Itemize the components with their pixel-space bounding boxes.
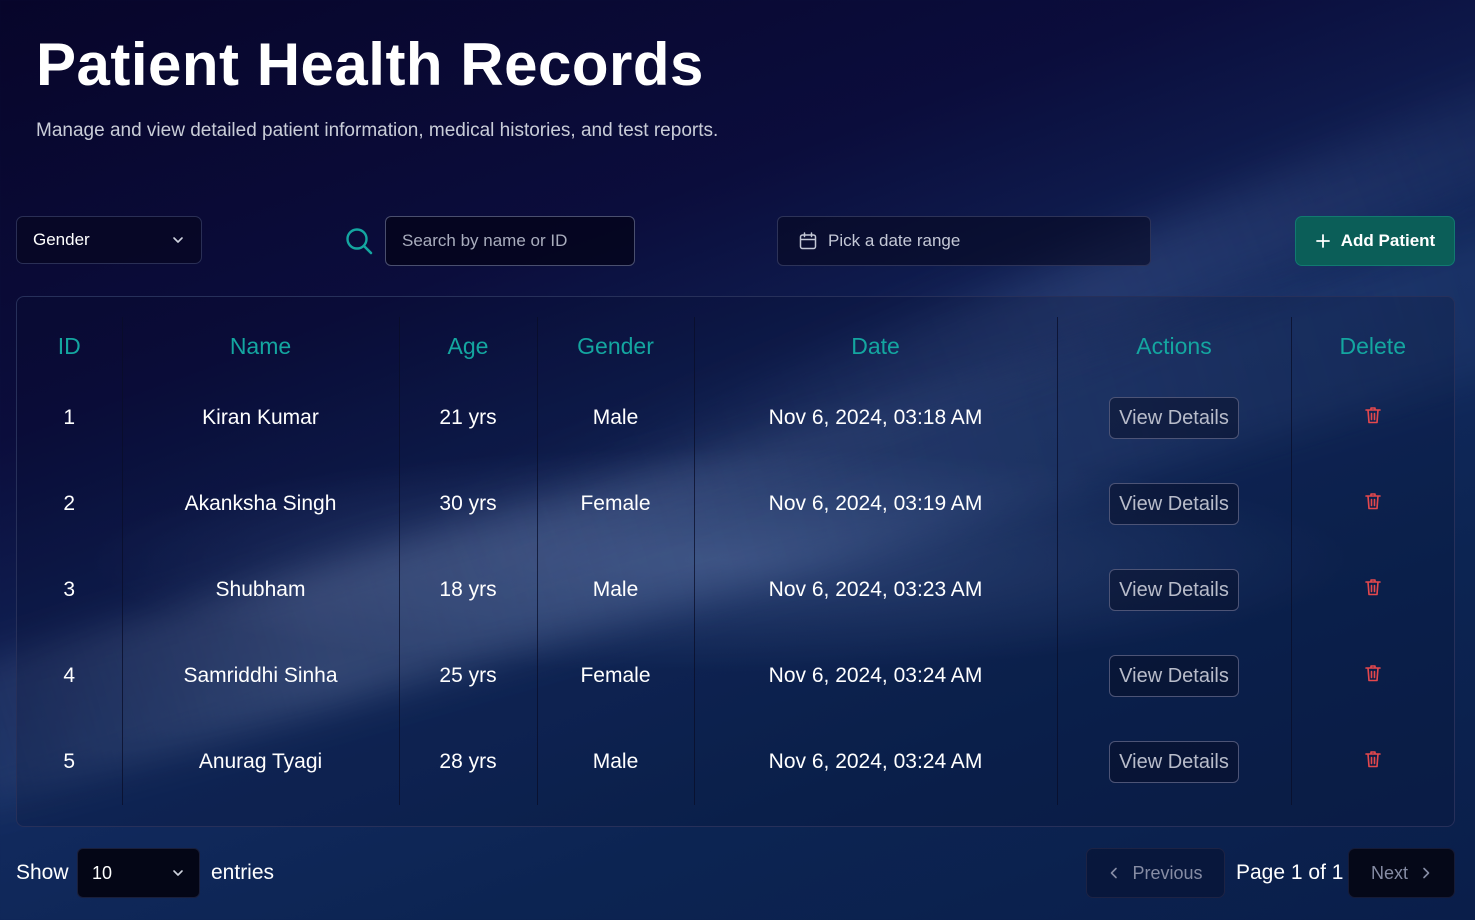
cell-delete bbox=[1290, 375, 1454, 461]
cell-actions: View Details bbox=[1056, 375, 1291, 461]
cell-delete bbox=[1290, 547, 1454, 633]
cell-age: 30 yrs bbox=[398, 461, 537, 547]
search-icon[interactable] bbox=[344, 226, 374, 256]
view-details-button[interactable]: View Details bbox=[1109, 741, 1239, 783]
page-size-select[interactable]: 10 bbox=[77, 848, 200, 898]
chevron-right-icon bbox=[1423, 867, 1430, 879]
trash-icon[interactable] bbox=[1363, 405, 1383, 425]
add-patient-label: Add Patient bbox=[1340, 231, 1436, 250]
page-size-value: 10 bbox=[92, 862, 113, 883]
cell-gender: Male bbox=[536, 547, 694, 633]
add-patient-button[interactable]: Add Patient bbox=[1295, 216, 1455, 266]
page-title: Patient Health Records bbox=[36, 31, 704, 98]
column-header-actions: Actions bbox=[1056, 317, 1291, 375]
trash-icon[interactable] bbox=[1363, 663, 1383, 683]
table-row: 1 Kiran Kumar 21 yrs Male Nov 6, 2024, 0… bbox=[17, 375, 1454, 461]
table-row: 2 Akanksha Singh 30 yrs Female Nov 6, 20… bbox=[17, 461, 1454, 547]
view-details-button[interactable]: View Details bbox=[1109, 569, 1239, 611]
cell-name: Akanksha Singh bbox=[121, 461, 399, 547]
next-label: Next bbox=[1370, 862, 1408, 883]
column-header-id[interactable]: ID bbox=[17, 317, 122, 375]
cell-actions: View Details bbox=[1056, 633, 1291, 719]
date-range-label: Pick a date range bbox=[828, 231, 961, 250]
cell-gender: Female bbox=[536, 633, 694, 719]
column-header-date[interactable]: Date bbox=[693, 317, 1057, 375]
cell-delete bbox=[1290, 719, 1454, 805]
page-indicator: Page 1 of 1 bbox=[1236, 861, 1344, 884]
cell-name: Shubham bbox=[121, 547, 399, 633]
view-details-button[interactable]: View Details bbox=[1109, 397, 1239, 439]
cell-id: 3 bbox=[63, 578, 76, 601]
trash-icon[interactable] bbox=[1363, 577, 1383, 597]
view-details-button[interactable]: View Details bbox=[1109, 483, 1239, 525]
next-page-button[interactable]: Next bbox=[1348, 848, 1455, 898]
patients-table-card: ID Name Age Gender Date Actions Delete 1… bbox=[16, 296, 1455, 827]
cell-age: 18 yrs bbox=[398, 547, 537, 633]
cell-delete bbox=[1290, 461, 1454, 547]
plus-icon bbox=[1315, 234, 1330, 248]
cell-actions: View Details bbox=[1056, 461, 1291, 547]
cell-gender: Female bbox=[536, 461, 694, 547]
chevron-left-icon bbox=[1111, 867, 1118, 879]
cell-id: 1 bbox=[63, 406, 76, 429]
cell-id: 4 bbox=[63, 664, 76, 687]
previous-page-button[interactable]: Previous bbox=[1086, 848, 1225, 898]
table-row: 3 Shubham 18 yrs Male Nov 6, 2024, 03:23… bbox=[17, 547, 1454, 633]
cell-gender: Male bbox=[536, 375, 694, 461]
cell-delete bbox=[1290, 633, 1454, 719]
cell-age: 21 yrs bbox=[398, 375, 537, 461]
chevron-down-icon bbox=[173, 237, 183, 243]
previous-label: Previous bbox=[1132, 862, 1203, 883]
cell-gender: Male bbox=[536, 719, 694, 805]
column-header-delete: Delete bbox=[1290, 317, 1454, 375]
cell-name: Samriddhi Sinha bbox=[121, 633, 399, 719]
cell-age: 25 yrs bbox=[398, 633, 537, 719]
search-input[interactable] bbox=[385, 216, 635, 266]
show-entries-label: Show bbox=[16, 861, 69, 884]
column-header-name[interactable]: Name bbox=[121, 317, 399, 375]
gender-filter-label: Gender bbox=[33, 230, 90, 249]
cell-date: Nov 6, 2024, 03:19 AM bbox=[693, 461, 1057, 547]
cell-id: 2 bbox=[63, 492, 76, 515]
trash-icon[interactable] bbox=[1363, 749, 1383, 769]
patients-table: ID Name Age Gender Date Actions Delete 1… bbox=[17, 317, 1454, 805]
cell-date: Nov 6, 2024, 03:18 AM bbox=[693, 375, 1057, 461]
cell-date: Nov 6, 2024, 03:24 AM bbox=[693, 719, 1057, 805]
column-header-age[interactable]: Age bbox=[398, 317, 537, 375]
calendar-icon bbox=[799, 232, 817, 250]
cell-name: Anurag Tyagi bbox=[121, 719, 399, 805]
cell-date: Nov 6, 2024, 03:24 AM bbox=[693, 633, 1057, 719]
trash-icon[interactable] bbox=[1363, 491, 1383, 511]
cell-name: Kiran Kumar bbox=[121, 375, 399, 461]
entries-label: entries bbox=[211, 861, 275, 884]
cell-date: Nov 6, 2024, 03:23 AM bbox=[693, 547, 1057, 633]
cell-age: 28 yrs bbox=[398, 719, 537, 805]
table-header-row: ID Name Age Gender Date Actions Delete bbox=[17, 317, 1454, 375]
table-row: 5 Anurag Tyagi 28 yrs Male Nov 6, 2024, … bbox=[17, 719, 1454, 805]
gender-filter-select[interactable]: Gender bbox=[16, 216, 202, 264]
date-range-picker[interactable]: Pick a date range bbox=[777, 216, 1151, 266]
cell-actions: View Details bbox=[1056, 547, 1291, 633]
chevron-down-icon bbox=[173, 870, 183, 876]
page-subtitle: Manage and view detailed patient informa… bbox=[36, 120, 719, 141]
cell-id: 5 bbox=[63, 750, 76, 773]
table-row: 4 Samriddhi Sinha 25 yrs Female Nov 6, 2… bbox=[17, 633, 1454, 719]
view-details-button[interactable]: View Details bbox=[1109, 655, 1239, 697]
cell-actions: View Details bbox=[1056, 719, 1291, 805]
column-header-gender[interactable]: Gender bbox=[536, 317, 694, 375]
